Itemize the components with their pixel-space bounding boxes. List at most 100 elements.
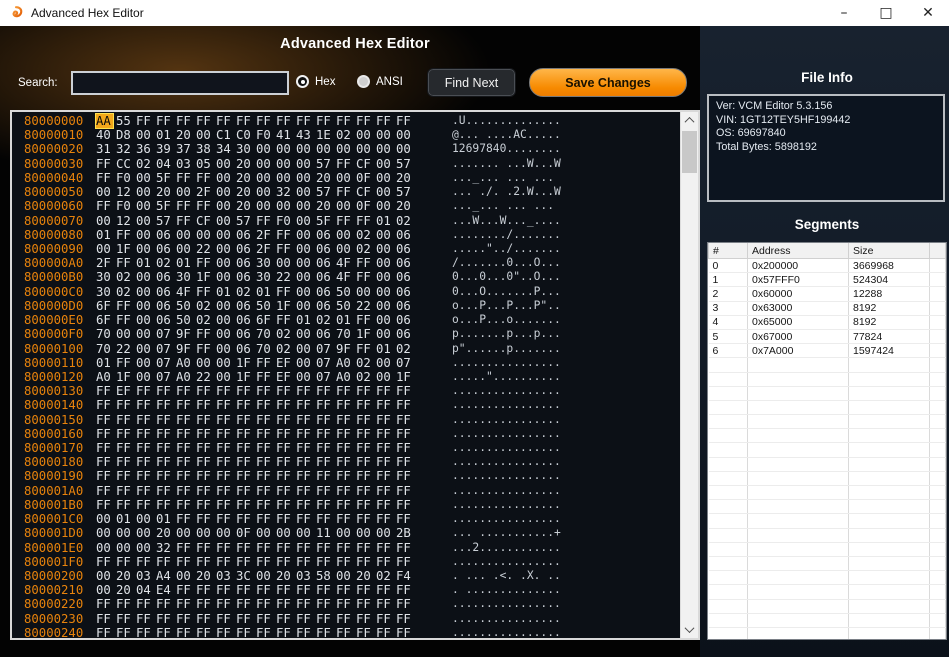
hex-byte[interactable]: 36 xyxy=(136,142,156,156)
hex-byte[interactable]: FF xyxy=(176,114,196,128)
hex-byte[interactable]: 00 xyxy=(356,526,376,540)
hex-byte[interactable]: 06 xyxy=(156,299,176,313)
hex-byte[interactable]: FF xyxy=(176,171,196,185)
hex-byte[interactable]: FF xyxy=(376,626,396,640)
hex-byte[interactable]: 01 xyxy=(176,256,196,270)
hex-byte[interactable]: 06 xyxy=(236,342,256,356)
hex-byte[interactable]: 04 xyxy=(136,583,156,597)
hex-byte[interactable]: 00 xyxy=(136,370,156,384)
hex-byte[interactable]: FF xyxy=(356,313,376,327)
hex-byte[interactable]: 01 xyxy=(296,313,316,327)
hex-byte[interactable]: FF xyxy=(136,427,156,441)
hex-byte[interactable]: 00 xyxy=(136,199,156,213)
hex-byte[interactable]: 06 xyxy=(236,299,256,313)
hex-byte[interactable]: 39 xyxy=(156,142,176,156)
hex-byte[interactable]: 03 xyxy=(136,569,156,583)
hex-byte[interactable]: FF xyxy=(356,114,376,128)
hex-byte[interactable]: 00 xyxy=(256,171,276,185)
hex-byte[interactable]: 00 xyxy=(296,327,316,341)
hex-byte[interactable]: FF xyxy=(376,612,396,626)
hex-byte[interactable]: 00 xyxy=(136,228,156,242)
hex-byte[interactable]: FF xyxy=(256,612,276,626)
segment-row[interactable]: 50x6700077824 xyxy=(709,329,946,343)
hex-byte[interactable]: 00 xyxy=(296,157,316,171)
hex-byte[interactable]: FF xyxy=(216,512,236,526)
hex-byte[interactable]: 00 xyxy=(336,199,356,213)
ansi-radio[interactable] xyxy=(357,75,370,88)
hex-byte[interactable]: FF xyxy=(176,469,196,483)
hex-byte[interactable]: FF xyxy=(216,541,236,555)
hex-byte[interactable]: 00 xyxy=(216,270,236,284)
hex-byte[interactable]: FF xyxy=(96,427,116,441)
hex-byte[interactable]: 5F xyxy=(156,199,176,213)
hex-byte[interactable]: 50 xyxy=(336,285,356,299)
hex-byte[interactable]: FF xyxy=(216,413,236,427)
hex-byte[interactable]: FF xyxy=(116,427,136,441)
hex-byte[interactable]: FF xyxy=(156,398,176,412)
hex-byte[interactable]: FF xyxy=(316,398,336,412)
hex-byte[interactable]: 02 xyxy=(316,313,336,327)
hex-byte[interactable]: FF xyxy=(176,612,196,626)
hex-byte[interactable]: 06 xyxy=(396,228,416,242)
hex-byte[interactable]: 00 xyxy=(136,270,156,284)
hex-byte[interactable]: 55 xyxy=(116,114,136,128)
hex-byte[interactable]: 06 xyxy=(156,228,176,242)
hex-byte[interactable]: FF xyxy=(316,597,336,611)
hex-byte[interactable]: FF xyxy=(176,626,196,640)
hex-byte[interactable]: FF xyxy=(176,484,196,498)
hex-byte[interactable]: FF xyxy=(356,256,376,270)
hex-byte[interactable]: FF xyxy=(196,555,216,569)
hex-byte[interactable]: FF xyxy=(116,498,136,512)
hex-byte[interactable]: FF xyxy=(356,427,376,441)
hex-byte[interactable]: FF xyxy=(236,384,256,398)
hex-byte[interactable]: 00 xyxy=(196,356,216,370)
hex-byte[interactable]: 1F xyxy=(276,299,296,313)
hex-byte[interactable]: 00 xyxy=(316,142,336,156)
hex-byte[interactable]: 06 xyxy=(316,327,336,341)
hex-byte[interactable]: FF xyxy=(336,484,356,498)
hex-byte[interactable]: 03 xyxy=(176,157,196,171)
hex-byte[interactable]: 02 xyxy=(136,157,156,171)
hex-byte[interactable]: FF xyxy=(176,398,196,412)
hex-byte[interactable]: 00 xyxy=(136,299,156,313)
hex-byte[interactable]: 1F xyxy=(116,370,136,384)
hex-byte[interactable]: 1F xyxy=(236,370,256,384)
hex-byte[interactable]: FF xyxy=(256,597,276,611)
hex-byte[interactable]: FF xyxy=(256,455,276,469)
hex-byte[interactable]: 01 xyxy=(136,256,156,270)
hex-byte[interactable]: FF xyxy=(196,327,216,341)
hex-byte[interactable]: FF xyxy=(236,626,256,640)
hex-byte[interactable]: F0 xyxy=(116,171,136,185)
hex-byte[interactable]: 9F xyxy=(336,342,356,356)
hex-byte[interactable]: FF xyxy=(156,455,176,469)
hex-byte[interactable]: F4 xyxy=(396,569,416,583)
hex-byte[interactable]: 00 xyxy=(296,342,316,356)
hex-byte[interactable]: 4F xyxy=(336,270,356,284)
hex-byte[interactable]: CF xyxy=(196,214,216,228)
hex-byte[interactable]: 2F xyxy=(96,256,116,270)
hex-byte[interactable]: 00 xyxy=(296,242,316,256)
hex-byte[interactable]: 20 xyxy=(236,157,256,171)
hex-byte[interactable]: FF xyxy=(296,384,316,398)
hex-byte[interactable]: FF xyxy=(196,626,216,640)
segment-row[interactable]: 30x630008192 xyxy=(709,301,946,315)
hex-byte[interactable]: 00 xyxy=(296,199,316,213)
hex-byte[interactable]: 02 xyxy=(396,342,416,356)
hex-byte[interactable]: FF xyxy=(96,555,116,569)
hex-byte[interactable]: FF xyxy=(336,185,356,199)
hex-byte[interactable]: FF xyxy=(376,413,396,427)
hex-byte[interactable]: 00 xyxy=(276,142,296,156)
hex-byte[interactable]: 00 xyxy=(376,299,396,313)
hex-byte[interactable]: 06 xyxy=(236,256,256,270)
hex-byte[interactable]: FF xyxy=(116,313,136,327)
segments-column-header[interactable]: Address xyxy=(748,243,849,259)
hex-byte[interactable]: FF xyxy=(296,498,316,512)
hex-byte[interactable]: 00 xyxy=(96,541,116,555)
hex-byte[interactable]: 00 xyxy=(96,569,116,583)
hex-byte[interactable]: 06 xyxy=(396,256,416,270)
hex-byte[interactable]: FF xyxy=(136,114,156,128)
hex-byte[interactable]: FF xyxy=(276,114,296,128)
hex-byte[interactable]: FF xyxy=(396,512,416,526)
hex-byte[interactable]: FF xyxy=(356,441,376,455)
hex-byte[interactable]: FF xyxy=(316,427,336,441)
